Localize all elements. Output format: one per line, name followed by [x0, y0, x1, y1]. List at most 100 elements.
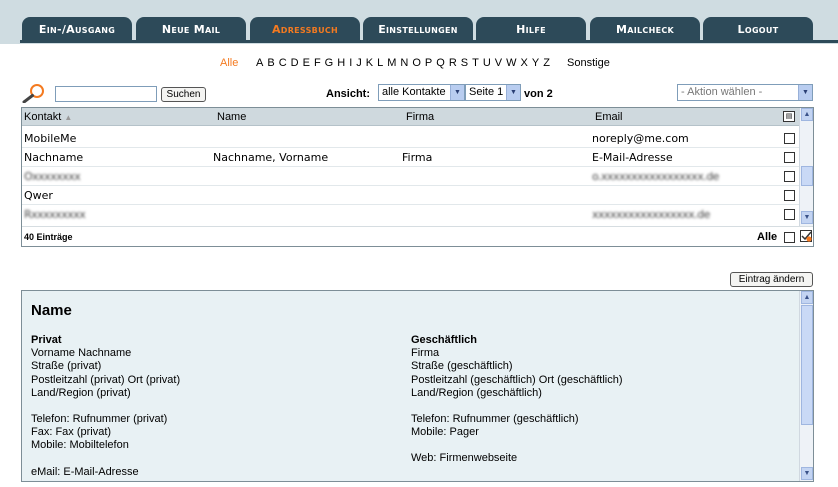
column-header-name[interactable]: Name: [217, 111, 246, 123]
sort-asc-icon: ▲: [64, 113, 73, 122]
action-select[interactable]: - Aktion wählen - ▼: [677, 84, 813, 101]
letter-link-q[interactable]: Q: [436, 57, 449, 69]
business-mobile: Mobile: Pager: [411, 426, 479, 439]
row-checkbox[interactable]: [784, 209, 795, 220]
row-contact: Oxxxxxxxx: [24, 170, 81, 183]
contact-detail-panel: Name Privat Vorname Nachname Straße (pri…: [21, 290, 814, 482]
view-select-value: alle Kontakte: [382, 86, 446, 98]
chevron-down-icon: ▼: [450, 85, 464, 100]
edit-entry-button[interactable]: Eintrag ändern: [730, 272, 813, 287]
tab-hilfe[interactable]: Hilfe: [476, 17, 586, 42]
table-row[interactable]: MobileMe noreply@me.com: [22, 129, 800, 148]
letter-link-h[interactable]: H: [337, 57, 349, 69]
search-toolbar: Suchen Ansicht: alle Kontakte ▼ Seite 1 …: [0, 82, 838, 104]
letter-link-i[interactable]: I: [349, 57, 356, 69]
business-phone: Telefon: Rufnummer (geschäftlich): [411, 413, 579, 426]
private-city-line: Postleitzahl (privat) Ort (privat): [31, 373, 181, 386]
letter-link-w[interactable]: W: [506, 57, 520, 69]
detail-scrollbar[interactable]: ▲ ▼: [799, 291, 813, 481]
check-delete-icon: [801, 231, 812, 242]
scroll-down-icon[interactable]: ▼: [801, 467, 813, 480]
tab-logout[interactable]: Logout: [703, 17, 813, 42]
letter-link-f[interactable]: F: [314, 57, 325, 69]
scroll-thumb[interactable]: [801, 166, 813, 186]
tab-ein-ausgang[interactable]: Ein-/Ausgang: [22, 17, 132, 42]
letter-link-r[interactable]: R: [449, 57, 461, 69]
letter-link-u[interactable]: U: [483, 57, 495, 69]
table-row[interactable]: Qwer: [22, 186, 800, 205]
letter-link-t[interactable]: T: [472, 57, 483, 69]
letter-link-y[interactable]: Y: [532, 57, 543, 69]
business-heading: Geschäftlich: [411, 334, 478, 346]
column-header-email[interactable]: Email: [595, 111, 623, 123]
business-street-line: Straße (geschäftlich): [411, 360, 513, 373]
tab-neue-mail[interactable]: Neue Mail: [136, 17, 246, 42]
letter-link-x[interactable]: X: [521, 57, 532, 69]
letter-link-n[interactable]: N: [400, 57, 412, 69]
column-header-company[interactable]: Firma: [406, 111, 434, 123]
business-web: Web: Firmenwebseite: [411, 452, 518, 465]
filter-all-link[interactable]: Alle: [220, 57, 238, 69]
letter-link-a[interactable]: A: [256, 57, 267, 69]
scroll-up-icon[interactable]: ▲: [801, 291, 813, 304]
tab-adressbuch[interactable]: Adressbuch: [250, 17, 360, 42]
table-row[interactable]: Oxxxxxxxx o.xxxxxxxxxxxxxxxxx.de: [22, 167, 800, 186]
page-select[interactable]: Seite 1 ▼: [465, 84, 521, 101]
row-email: xxxxxxxxxxxxxxxxx.de: [592, 208, 710, 221]
view-select[interactable]: alle Kontakte ▼: [378, 84, 465, 101]
letter-link-z[interactable]: Z: [543, 57, 554, 69]
letter-link-p[interactable]: P: [425, 57, 436, 69]
row-contact: Nachname: [24, 151, 84, 164]
private-heading: Privat: [31, 334, 62, 346]
letter-link-c[interactable]: C: [279, 57, 291, 69]
column-settings-icon[interactable]: ▤: [783, 111, 795, 122]
column-header-contact[interactable]: Kontakt ▲: [24, 111, 72, 123]
letter-link-m[interactable]: M: [387, 57, 400, 69]
table-row[interactable]: Nachname Nachname, Vorname Firma E-Mail-…: [22, 148, 800, 167]
top-navigation: Ein-/Ausgang Neue Mail Adressbuch Einste…: [0, 0, 838, 44]
row-contact: Qwer: [24, 189, 53, 202]
contacts-table: Kontakt ▲ Name Firma Email ▤ MobileMe no…: [21, 107, 814, 247]
row-checkbox[interactable]: [784, 171, 795, 182]
scroll-thumb[interactable]: [801, 305, 813, 425]
table-scrollbar[interactable]: ▲ ▼: [799, 108, 813, 226]
select-all-checkbox[interactable]: [784, 232, 795, 243]
chevron-down-icon: ▼: [798, 85, 812, 100]
letter-link-g[interactable]: G: [325, 57, 338, 69]
letter-link-e[interactable]: E: [303, 57, 314, 69]
letter-link-s[interactable]: S: [461, 57, 472, 69]
letter-link-b[interactable]: B: [267, 57, 278, 69]
letter-link-k[interactable]: K: [366, 57, 377, 69]
letter-link-v[interactable]: V: [495, 57, 506, 69]
private-mobile: Mobile: Mobiltelefon: [31, 439, 129, 452]
action-select-value: - Aktion wählen -: [681, 86, 763, 98]
table-row[interactable]: Rxxxxxxxxx xxxxxxxxxxxxxxxxx.de: [22, 205, 800, 224]
select-all-label: Alle: [757, 231, 778, 243]
row-email: E-Mail-Adresse: [592, 151, 673, 164]
row-checkbox[interactable]: [784, 152, 795, 163]
tab-mailcheck[interactable]: Mailcheck: [590, 17, 700, 42]
letter-links: ABCDEFGHIJKLMNOPQRSTUVWXYZ: [256, 57, 554, 69]
row-checkbox[interactable]: [784, 133, 795, 144]
page-count-label: von 2: [524, 88, 553, 100]
scroll-up-icon[interactable]: ▲: [801, 108, 813, 121]
search-icon: [22, 84, 44, 103]
delete-selected-icon[interactable]: [800, 230, 812, 242]
search-input[interactable]: [55, 86, 157, 102]
letter-link-j[interactable]: J: [356, 57, 366, 69]
private-fax: Fax: Fax (privat): [31, 426, 112, 439]
scroll-down-icon[interactable]: ▼: [801, 211, 813, 224]
business-section: Geschäftlich Firma Straße (geschäftlich)…: [411, 334, 623, 466]
filter-other-link[interactable]: Sonstige: [567, 57, 610, 69]
row-company: Firma: [402, 151, 433, 164]
letter-link-d[interactable]: D: [291, 57, 303, 69]
search-button[interactable]: Suchen: [161, 87, 206, 102]
letter-link-l[interactable]: L: [377, 57, 387, 69]
tab-einstellungen[interactable]: Einstellungen: [363, 17, 473, 42]
view-label: Ansicht:: [326, 88, 370, 100]
letter-link-o[interactable]: O: [412, 57, 425, 69]
row-checkbox[interactable]: [784, 190, 795, 201]
